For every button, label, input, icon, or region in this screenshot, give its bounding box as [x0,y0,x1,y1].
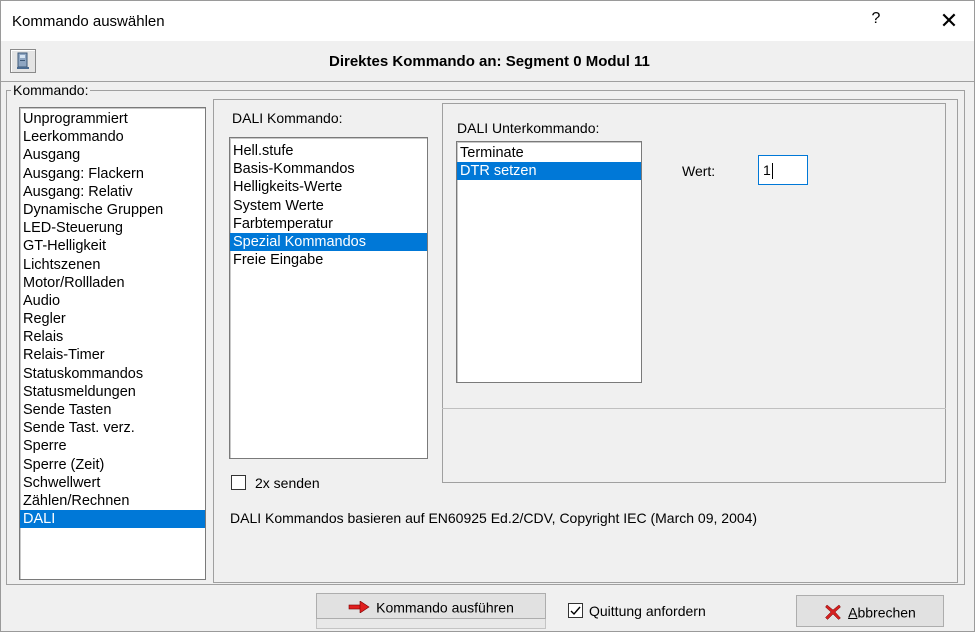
command-list-item[interactable]: Sende Tasten [20,401,205,419]
command-list-item[interactable]: Sperre (Zeit) [20,456,205,474]
command-list-item[interactable]: LED-Steuerung [20,219,205,237]
dali-command-item[interactable]: Spezial Kommandos [230,232,427,252]
execute-command-button[interactable]: Kommando ausführen [316,593,546,619]
title-bar: Kommando auswählen ? ✕ [1,1,974,41]
ack-label: Quittung anfordern [589,603,706,619]
subpanel-divider [442,408,946,409]
red-arrow-icon [348,601,370,614]
window-title: Kommando auswählen [12,13,165,30]
command-list-item[interactable]: Dynamische Gruppen [20,201,205,219]
close-button[interactable]: ✕ [929,7,969,35]
command-list-item[interactable]: Regler [20,310,205,328]
dali-command-item[interactable]: Farbtemperatur [230,215,427,233]
command-list[interactable]: Unprogrammiert Leerkommando Ausgang Ausgang… [19,107,206,580]
send-twice-checkbox[interactable] [231,475,246,490]
cancel-label: Abbrechen [848,604,916,621]
command-group-label: Kommando: [11,82,91,98]
command-list-item[interactable]: Ausgang [20,146,205,164]
dali-command-item[interactable]: Helligkeits-Werte [230,178,427,196]
header-divider [1,81,974,82]
value-label: Wert: [682,163,716,179]
command-list-item[interactable]: Schwellwert [20,474,205,492]
send-twice-label: 2x senden [255,475,320,491]
dali-subcommand-list[interactable]: Terminate DTR setzen [456,141,642,383]
module-info-button[interactable] [10,49,36,73]
cancel-button[interactable]: Abbrechen [796,595,944,627]
command-list-item[interactable]: Zählen/Rechnen [20,492,205,510]
command-list-item[interactable]: Relais [20,328,205,346]
dali-subcommand-item[interactable]: Terminate [457,144,641,162]
command-list-item[interactable]: Statusmeldungen [20,383,205,401]
command-list-item[interactable]: Sperre [20,437,205,455]
command-list-item[interactable]: Relais-Timer [20,346,205,364]
dali-command-label: DALI Kommando: [232,110,343,126]
dali-subcommand-item[interactable]: DTR setzen [457,162,641,181]
check-icon [570,606,581,616]
copyright-text: DALI Kommandos basieren auf EN60925 Ed.2… [230,510,758,526]
value-text: 1 [763,162,771,178]
command-list-item[interactable]: GT-Helligkeit [20,237,205,255]
command-list-item[interactable]: Leerkommando [20,128,205,146]
execute-label: Kommando ausführen [376,599,514,616]
dali-command-item[interactable]: System Werte [230,197,427,215]
command-list-item[interactable]: Ausgang: Relativ [20,183,205,201]
command-list-item[interactable]: Statuskommandos [20,365,205,383]
dali-command-list[interactable]: Hell.stufe Basis-Kommandos Helligkeits-Wer… [229,137,428,459]
help-button[interactable]: ? [861,10,891,34]
dali-command-item[interactable]: Freie Eingabe [230,251,427,269]
command-list-item[interactable]: Motor/Rollladen [20,274,205,292]
command-list-item[interactable]: Lichtszenen [20,256,205,274]
dali-command-item[interactable]: Basis-Kommandos [230,160,427,178]
command-list-item[interactable]: Unprogrammiert [20,110,205,128]
command-list-item[interactable]: DALI [20,510,205,529]
execute-button-shadow [316,619,546,629]
dali-subcommand-label: DALI Unterkommando: [457,120,600,136]
ack-checkbox[interactable] [568,603,583,618]
target-title: Direktes Kommando an: Segment 0 Modul 11 [329,53,650,70]
computer-icon [17,52,29,69]
command-list-item[interactable]: Audio [20,292,205,310]
command-list-item[interactable]: Sende Tast. verz. [20,419,205,437]
value-input[interactable]: 1 [758,155,808,185]
dialog-window: Kommando auswählen ? ✕ Direktes Kommando… [0,0,975,632]
command-list-item[interactable]: Ausgang: Flackern [20,165,205,183]
dali-command-item[interactable]: Hell.stufe [230,142,427,160]
red-x-icon [825,604,841,621]
